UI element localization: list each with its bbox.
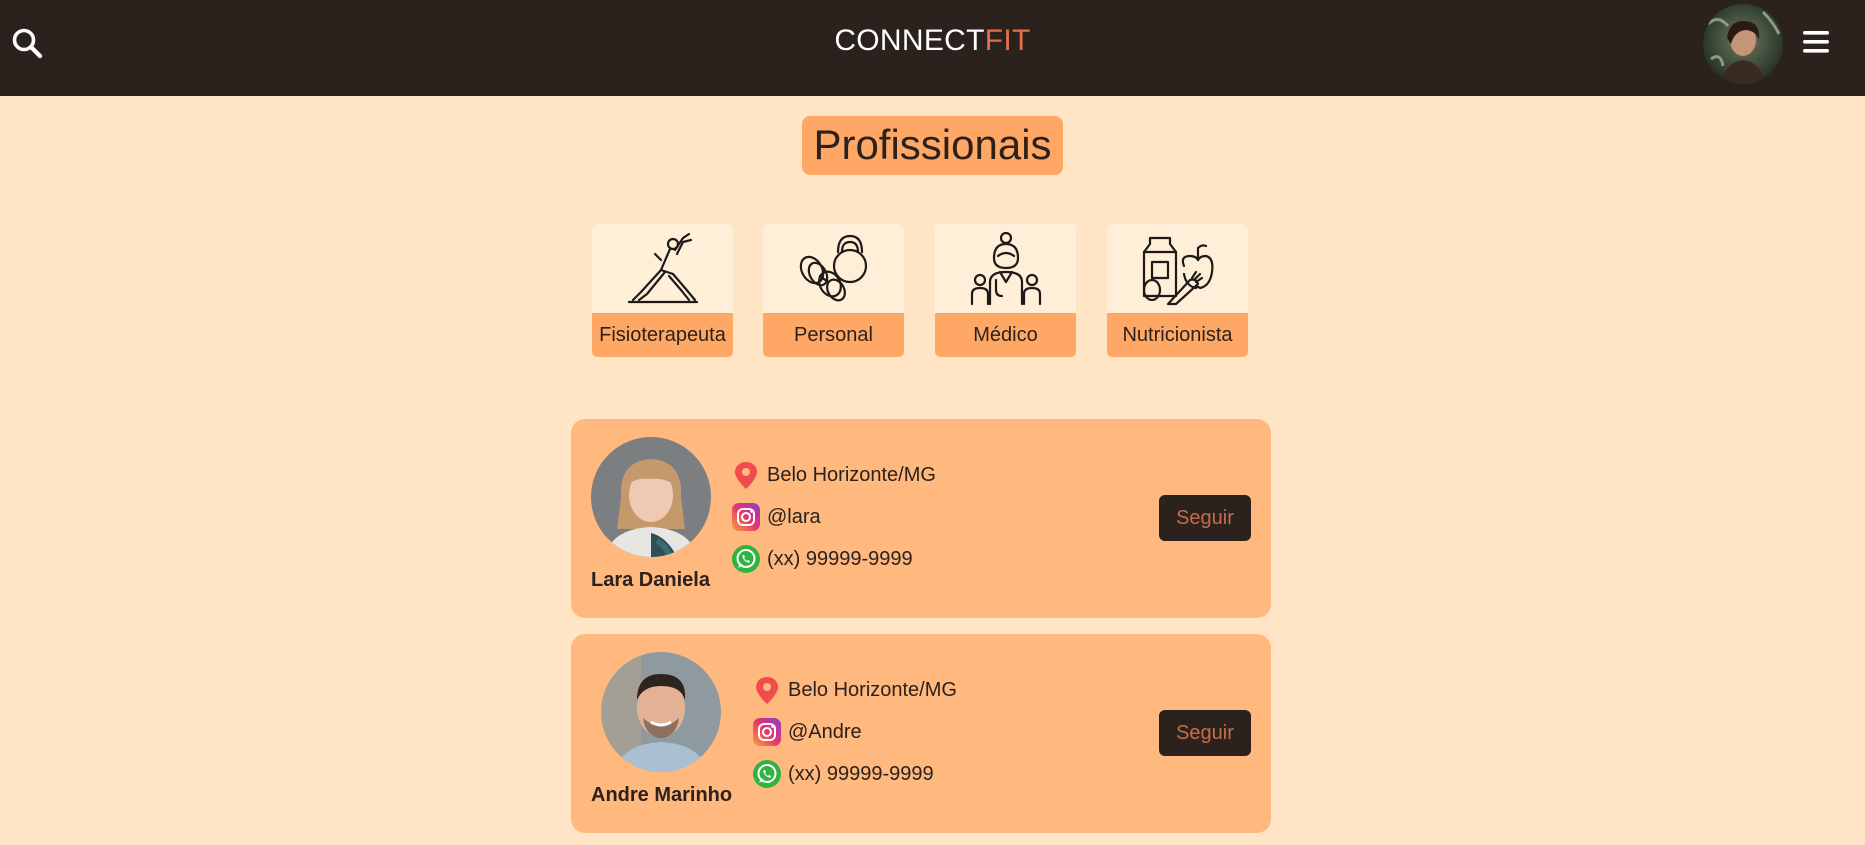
hamburger-menu-icon[interactable] xyxy=(1802,28,1830,56)
category-nutricionista[interactable]: Nutricionista xyxy=(1107,224,1248,357)
category-label: Nutricionista xyxy=(1107,313,1248,357)
stretching-person-icon xyxy=(592,224,733,314)
professional-card: Andre Marinho Belo Horizonte/MG @Andre (… xyxy=(571,634,1271,833)
page-title-wrapper: Profissionais xyxy=(0,116,1865,175)
location-row: Belo Horizonte/MG xyxy=(731,459,936,491)
location-text: Belo Horizonte/MG xyxy=(767,463,936,486)
whatsapp-icon[interactable] xyxy=(752,759,782,789)
instagram-row: @Andre xyxy=(752,716,862,748)
professional-card: Lara Daniela Belo Horizonte/MG @lara (xx… xyxy=(571,419,1271,618)
whatsapp-icon[interactable] xyxy=(731,544,761,574)
avatar[interactable] xyxy=(1703,4,1783,84)
brand-connect: CONNECT xyxy=(834,24,985,57)
location-pin-icon xyxy=(756,677,778,704)
location-text: Belo Horizonte/MG xyxy=(788,678,957,701)
instagram-icon[interactable] xyxy=(752,717,782,747)
category-fisioterapeuta[interactable]: Fisioterapeuta xyxy=(592,224,733,357)
avatar[interactable] xyxy=(591,437,711,557)
follow-button[interactable]: Seguir xyxy=(1159,710,1251,756)
doctor-icon xyxy=(935,224,1076,314)
whatsapp-row: (xx) 99999-9999 xyxy=(731,543,913,575)
follow-button[interactable]: Seguir xyxy=(1159,495,1251,541)
whatsapp-number[interactable]: (xx) 99999-9999 xyxy=(767,548,913,571)
category-label: Personal xyxy=(763,313,904,357)
professional-name: Andre Marinho xyxy=(591,784,733,806)
avatar[interactable] xyxy=(601,652,721,772)
dumbbells-kettlebell-icon xyxy=(763,224,904,314)
brand-logo[interactable]: CONNECTFIT xyxy=(0,24,1865,58)
food-milk-apple-icon xyxy=(1107,224,1248,314)
top-navbar: CONNECTFIT xyxy=(0,0,1865,96)
category-label: Médico xyxy=(935,313,1076,357)
whatsapp-row: (xx) 99999-9999 xyxy=(752,758,934,790)
instagram-row: @lara xyxy=(731,501,821,533)
instagram-icon[interactable] xyxy=(731,502,761,532)
category-personal[interactable]: Personal xyxy=(763,224,904,357)
page-title: Profissionais xyxy=(802,116,1063,175)
whatsapp-number[interactable]: (xx) 99999-9999 xyxy=(788,763,934,786)
location-pin-icon xyxy=(735,462,757,489)
instagram-handle[interactable]: @Andre xyxy=(788,721,862,744)
category-label: Fisioterapeuta xyxy=(592,313,733,357)
brand-fit: FIT xyxy=(984,24,1031,57)
location-row: Belo Horizonte/MG xyxy=(752,674,957,706)
instagram-handle[interactable]: @lara xyxy=(767,506,821,529)
professional-name: Lara Daniela xyxy=(591,569,710,591)
category-medico[interactable]: Médico xyxy=(935,224,1076,357)
